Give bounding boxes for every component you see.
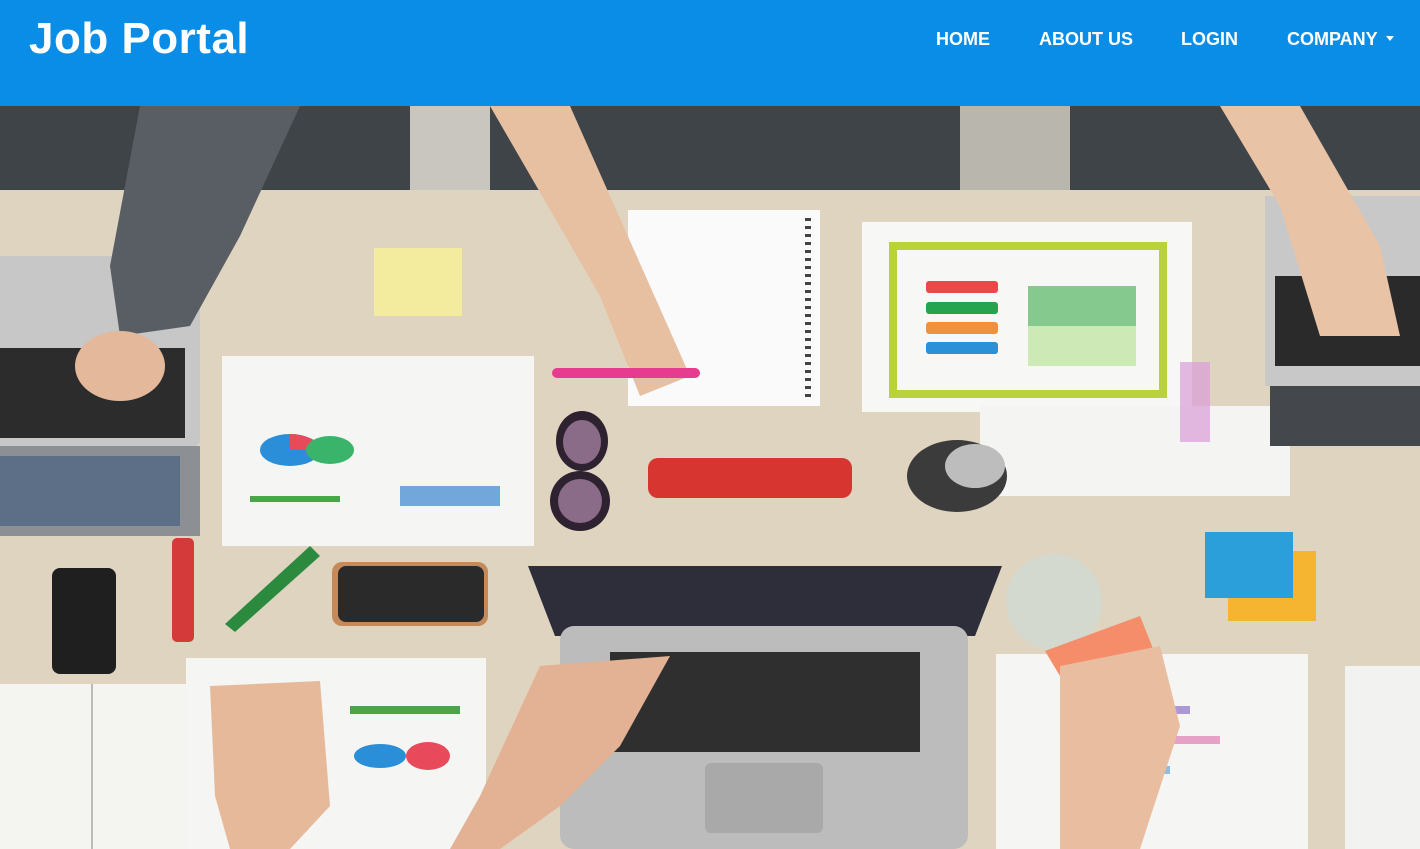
nav-company-dropdown[interactable]: COMPANY (1287, 29, 1394, 50)
nav-home-link[interactable]: HOME (936, 29, 990, 50)
nav-about-link[interactable]: ABOUT US (1039, 29, 1133, 50)
nav-login-link[interactable]: LOGIN (1181, 29, 1238, 50)
nav-company-label: COMPANY (1287, 29, 1378, 49)
brand-logo[interactable]: Job Portal (29, 14, 249, 64)
hero-banner-image (0, 106, 1420, 849)
hero-illustration (0, 106, 1420, 849)
caret-down-icon (1385, 35, 1394, 41)
navbar: Job Portal HOME ABOUT US LOGIN COMPANY (0, 0, 1420, 106)
